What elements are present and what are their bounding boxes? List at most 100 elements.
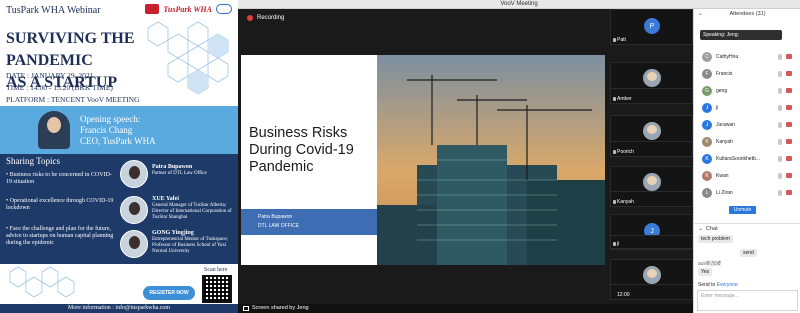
mic-icon (613, 38, 616, 42)
video-tile[interactable]: ji (610, 235, 693, 249)
video-off-icon (786, 173, 792, 178)
video-tile[interactable]: Kanyah (610, 191, 693, 207)
avatar: L (702, 188, 712, 198)
speaker-name: GONG Yingjing (152, 230, 194, 236)
mic-icon (778, 88, 782, 94)
mic-icon (778, 139, 782, 145)
attendee-row[interactable]: J Jurawan (694, 118, 800, 132)
attendee-name: CathyHou (716, 54, 739, 60)
speaker-role: Entrepreneurial Mentor of Tuskspace; Pro… (152, 237, 228, 254)
avatar: P (644, 18, 660, 34)
attendee-name: geng (716, 88, 728, 94)
chat-message: Yes (698, 268, 713, 276)
meeting-stage: Recording Business Risks During Covid-19… (238, 9, 693, 313)
send-to-selector[interactable]: Send to Everyone (698, 282, 738, 288)
speaker-name: Patra Bupawon (152, 164, 193, 170)
poster-top-title: TusPark WHA Webinar (6, 5, 101, 16)
chat-sender: ace新加坡 (698, 261, 722, 267)
unmute-button[interactable]: Unmute (729, 206, 756, 214)
send-to-value[interactable]: Everyone (717, 282, 738, 288)
video-off-icon (786, 190, 792, 195)
more-information: More information : info@tusparkwha.com (0, 304, 238, 313)
tuspark-wha-logo: TusPark WHA (163, 4, 212, 14)
video-tile[interactable]: Poorich (610, 141, 693, 157)
wha-logo-icon (216, 4, 232, 14)
window-title-bar: VooV Meeting (238, 0, 800, 9)
video-off-icon (786, 105, 792, 110)
mic-icon (778, 156, 782, 162)
tile-name: Patt (617, 37, 626, 43)
register-now-button[interactable]: REGISTER NOW (143, 286, 195, 300)
attendees-header[interactable]: ⌄ Attendees (31) (694, 9, 800, 19)
video-off-icon (786, 88, 792, 93)
presenter-bar: Patra Bupawon DTL LAW OFFICE (241, 209, 377, 235)
opening-speech-section: Opening speech: Francis Chang CEO, TusPa… (0, 106, 238, 154)
poster-platform: PLATFORM : TENCENT VooV MEETING (6, 95, 140, 104)
presenter-name: Patra Bupawon (258, 214, 293, 220)
attendees-title: Attendees (31) (729, 11, 766, 17)
tile-name: 12:00 (617, 292, 630, 298)
hexagon-pattern (9, 266, 75, 298)
avatar (643, 69, 661, 87)
attendee-row[interactable]: K KultaraSoonkhetb... (694, 152, 800, 166)
screen-share-icon (243, 306, 249, 311)
poster-date: DATE : JANUARY 29, 2021 (6, 71, 94, 80)
video-tile[interactable]: Amber (610, 88, 693, 104)
speaker-photo (120, 160, 148, 188)
presenter-org: DTL LAW OFFICE (258, 223, 300, 229)
tile-name: Kanyah (617, 199, 634, 205)
poster-logos: TusPark WHA (145, 4, 232, 14)
attendee-name: Kwan (716, 173, 729, 179)
slide-title: Business Risks During Covid-19 Pandemic (249, 125, 354, 175)
speaker-photo (120, 230, 148, 258)
avatar (643, 266, 661, 284)
webinar-poster: TusPark WHA Webinar TusPark WHA SURVIVIN… (0, 0, 238, 313)
attendee-name: Kanyah (716, 139, 733, 145)
chat-message-input[interactable]: Enter message... (697, 290, 798, 311)
topic-item: • Face the challenge and plan for the fu… (6, 226, 114, 246)
attendee-row[interactable]: J ji (694, 101, 800, 115)
mic-icon (778, 105, 782, 111)
attendee-row[interactable]: K Kanyah (694, 135, 800, 149)
attendee-row[interactable]: L Li Ziran (694, 186, 800, 200)
window-title: VooV Meeting (500, 1, 538, 7)
chevron-down-icon[interactable]: ⌄ (698, 9, 703, 19)
attendees-panel: ⌄ Attendees (31) Speaking: Jeng; C Cathy… (693, 9, 800, 313)
avatar: J (702, 103, 712, 113)
speaker-role: General Manager of TusStar Alberta; Dire… (152, 203, 232, 220)
chat-header[interactable]: ⌄ Chat (694, 223, 800, 233)
mic-icon (778, 71, 782, 77)
qr-code (202, 275, 232, 303)
speaker-info: Patra Bupawon Partner of DTL Law Office (152, 164, 236, 177)
avatar: K (702, 154, 712, 164)
avatar: C (702, 52, 712, 62)
avatar: G (702, 86, 712, 96)
avatar: K (702, 137, 712, 147)
attendee-row[interactable]: G geng (694, 84, 800, 98)
tile-name: Amber (617, 96, 632, 102)
mic-icon (613, 242, 616, 246)
attendee-row[interactable]: K Kwan (694, 169, 800, 183)
attendee-name: KultaraSoonkhetb... (716, 156, 760, 162)
avatar: K (702, 171, 712, 181)
chevron-down-icon[interactable]: ⌄ (698, 224, 703, 234)
opening-name: Francis Chang (80, 125, 133, 135)
construction-site-image (377, 55, 605, 265)
attendee-row[interactable]: C CathyHou (694, 50, 800, 64)
topic-item: • Business risks to be concerned in COVI… (6, 172, 112, 185)
avatar: J (702, 120, 712, 130)
video-tile[interactable]: 12:00 (610, 284, 693, 300)
speaker-role: Partner of DTL Law Office (152, 171, 207, 176)
mic-icon (778, 190, 782, 196)
video-tile[interactable]: P Patt (610, 9, 693, 45)
tuspark-logo-icon (145, 4, 160, 14)
avatar: F (702, 69, 712, 79)
recording-indicator[interactable]: Recording (247, 15, 284, 21)
chat-title: Chat (706, 226, 718, 232)
chevron-right-icon[interactable]: › (602, 154, 605, 164)
shared-slide: Business Risks During Covid-19 Pandemic … (241, 55, 605, 265)
mic-icon (613, 200, 616, 204)
attendee-name: Jurawan (716, 122, 735, 128)
opening-speech-text: Opening speech: Francis Chang CEO, TusPa… (80, 114, 156, 147)
attendee-row[interactable]: F Francis (694, 67, 800, 81)
